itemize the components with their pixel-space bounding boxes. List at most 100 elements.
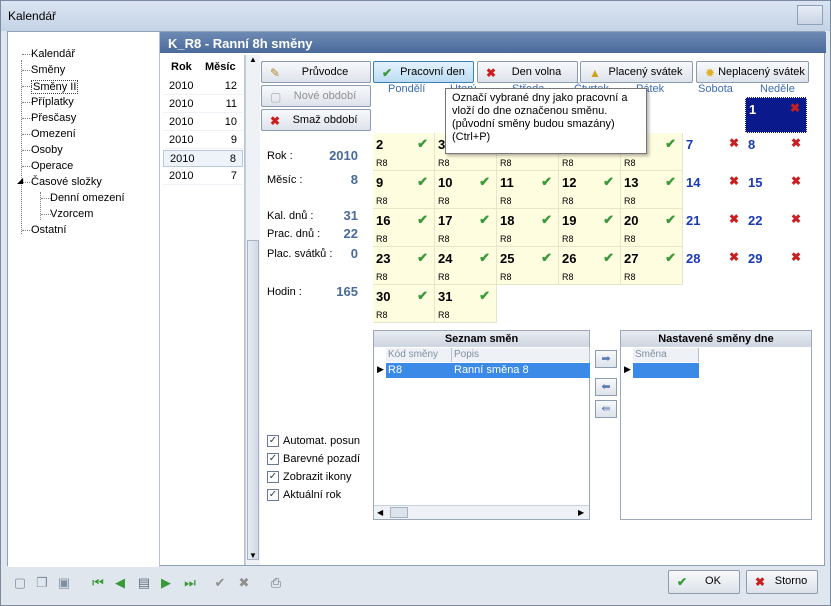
tree-item[interactable]: Časové složky [31,176,102,188]
close-icon[interactable] [797,5,823,25]
calendar-day[interactable]: 18 ✔ R8 [497,209,559,247]
day-shift-cell[interactable] [633,363,699,378]
calendar-day[interactable]: 21 ✖ [683,209,745,247]
calendar-day[interactable]: 25 ✔ R8 [497,247,559,285]
option-label: Barevné pozadí [283,453,361,465]
calendar-day[interactable]: 24 ✔ R8 [435,247,497,285]
confirm-icon[interactable]: ✔ [211,574,229,592]
period-row[interactable]: 2010 10 [163,114,243,131]
period-row[interactable]: 2010 9 [163,132,243,149]
scroll-right-icon[interactable]: ▶ [578,508,584,517]
calendar-day[interactable]: 20 ✔ R8 [621,209,683,247]
new-icon[interactable]: ▢ [11,574,29,592]
calendar-day[interactable]: 29 ✖ [745,247,807,285]
day-number: 7 [686,137,694,152]
check-icon: ✔ [541,250,552,265]
day-number: 10 [438,175,453,190]
first-record-icon[interactable]: ⏮ [89,574,107,592]
calendar-day[interactable]: 28 ✖ [683,247,745,285]
new-period-button[interactable]: ▢ Nové období [261,85,371,107]
col-year-header: Rok [171,61,192,73]
storno-button[interactable]: ✖ Storno [746,570,818,594]
tree-item[interactable]: Přesčasy [31,112,76,124]
calendar-day[interactable]: 19 ✔ R8 [559,209,621,247]
tree-item[interactable]: Denní omezení [50,192,125,204]
scroll-left-icon[interactable]: ◀ [377,508,383,517]
day-off-button[interactable]: ✖ Den volna [477,61,578,83]
calendar-day[interactable]: 26 ✔ R8 [559,247,621,285]
col-shift-header[interactable]: Směna [633,348,699,362]
delete-period-button[interactable]: ✖ Smaž období [261,109,371,131]
shift-code-cell[interactable]: R8 [386,363,452,378]
calendar-day[interactable]: 23 ✔ R8 [373,247,435,285]
calendar-day[interactable]: 10 ✔ R8 [435,171,497,209]
tree-item[interactable]: Směny II [31,80,79,94]
print-icon[interactable]: ⎙ [267,574,285,592]
period-row[interactable]: 2010 7 [163,168,243,185]
work-day-button[interactable]: ✔ Pracovní den [373,61,474,83]
tree-item[interactable]: Omezení [31,128,76,140]
add-shift-button[interactable]: ➡ [595,350,617,368]
paid-holiday-button[interactable]: ▲ Placený svátek [580,61,693,83]
ok-button[interactable]: ✔ OK [668,570,740,594]
calendar-day[interactable]: 22 ✖ [745,209,807,247]
day-shift-code: R8 [438,196,450,206]
option-checkbox[interactable]: ✓ [267,471,279,483]
calendar-day[interactable]: 8 ✖ [745,133,807,171]
period-year: 2010 [169,134,194,146]
day-number: 18 [500,213,515,228]
remove-all-shifts-button[interactable]: ⇚ [595,400,617,418]
calendar-day[interactable]: 12 ✔ R8 [559,171,621,209]
period-scrollbar[interactable]: ▲ ▼ [245,55,260,565]
scroll-down-icon[interactable]: ▼ [247,551,259,565]
calendar-day[interactable]: 7 ✖ [683,133,745,171]
calendar-day[interactable]: 11 ✔ R8 [497,171,559,209]
copy-icon[interactable]: ❐ [33,574,51,592]
period-month: 9 [230,134,237,146]
calendar-day[interactable]: 15 ✖ [745,171,807,209]
scroll-thumb[interactable] [247,240,259,560]
unpaid-holiday-button[interactable]: ✹ Neplacený svátek [696,61,809,83]
calendar-day[interactable]: 17 ✔ R8 [435,209,497,247]
cancel-icon[interactable]: ✖ [235,574,253,592]
collapse-icon[interactable]: ◢ [17,176,23,185]
period-row[interactable]: 2010 11 [163,96,243,113]
calendar-day[interactable]: 2 ✔ R8 [373,133,435,171]
title-bar: Kalendář [1,1,830,31]
calendar-day[interactable]: 30 ✔ R8 [373,285,435,323]
pruvodce-button[interactable]: ✎ Průvodce [261,61,371,83]
remove-shift-button[interactable]: ⬅ [595,378,617,396]
next-record-icon[interactable]: ▶ [157,574,175,592]
tree-item[interactable]: Vzorcem [50,208,93,220]
period-row[interactable]: 2010 8 [163,150,243,167]
find-icon[interactable]: ▤ [135,574,153,592]
calendar-day[interactable]: 9 ✔ R8 [373,171,435,209]
tree-item[interactable]: Ostatní [31,224,66,236]
shift-list-hscroll[interactable]: ◀ ▶ [374,505,589,519]
delete-doc-icon[interactable]: ▣ [55,574,73,592]
tree-item[interactable]: Osoby [31,144,63,156]
hscroll-thumb[interactable] [390,507,408,518]
option-checkbox[interactable]: ✓ [267,489,279,501]
day-number: 11 [500,175,514,190]
calendar-day[interactable]: 14 ✖ [683,171,745,209]
check-icon: ✔ [665,174,676,189]
tree-item[interactable]: Operace [31,160,73,172]
tree-item[interactable]: Kalendář [31,48,75,60]
calendar-day[interactable]: 31 ✔ R8 [435,285,497,323]
shift-desc-cell[interactable]: Ranní směna 8 [452,363,590,378]
option-checkbox[interactable]: ✓ [267,453,279,465]
prev-record-icon[interactable]: ◀ [111,574,129,592]
period-row[interactable]: 2010 12 [163,78,243,95]
col-code-header[interactable]: Kód směny [386,348,452,362]
last-record-icon[interactable]: ⏭ [181,574,199,592]
calendar-day[interactable]: 16 ✔ R8 [373,209,435,247]
col-desc-header[interactable]: Popis [452,348,590,362]
calendar-day[interactable]: 27 ✔ R8 [621,247,683,285]
option-checkbox[interactable]: ✓ [267,435,279,447]
calendar-day-1[interactable]: 1 ✖ [745,97,807,133]
scroll-up-icon[interactable]: ▲ [247,55,259,69]
calendar-day[interactable]: 13 ✔ R8 [621,171,683,209]
tree-item[interactable]: Příplatky [31,96,74,108]
tree-item[interactable]: Směny [31,64,65,76]
